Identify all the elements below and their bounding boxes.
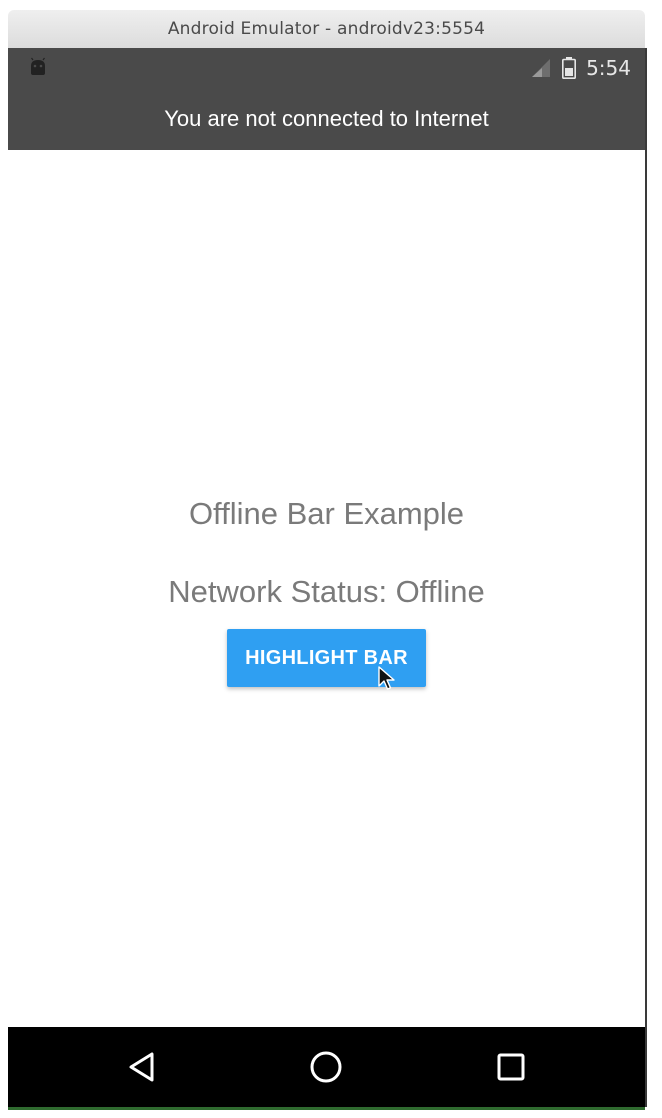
window-title: Android Emulator - androidv23:5554: [167, 19, 486, 39]
signal-icon: [532, 59, 551, 77]
highlight-bar-button[interactable]: HIGHLIGHT BAR: [227, 629, 426, 687]
status-clock: 5:54: [586, 56, 631, 80]
window-bottom-edge: [8, 1107, 645, 1110]
network-status-label: Network Status: Offline: [168, 574, 485, 609]
mouse-cursor-icon: [378, 666, 395, 690]
offline-banner: You are not connected to Internet: [8, 88, 645, 150]
navigation-bar: [8, 1027, 645, 1107]
app-content: Offline Bar Example Network Status: Offl…: [8, 150, 645, 1027]
window-title-bar[interactable]: Android Emulator - androidv23:5554: [8, 10, 645, 49]
home-button[interactable]: [304, 1045, 348, 1089]
back-button[interactable]: [120, 1045, 164, 1089]
recents-icon: [497, 1053, 525, 1081]
android-icon: [31, 57, 45, 75]
home-icon: [310, 1051, 342, 1083]
page-title: Offline Bar Example: [188, 496, 465, 531]
status-icons: 5:54: [530, 54, 631, 82]
status-bar: 5:54: [8, 48, 645, 88]
offline-message: You are not connected to Internet: [164, 106, 489, 131]
emulator-window: Android Emulator - androidv23:5554 5:54 …: [0, 0, 662, 1118]
recents-button[interactable]: [489, 1045, 533, 1089]
back-icon: [129, 1052, 154, 1082]
battery-icon: [562, 57, 577, 79]
device-screen: 5:54 You are not connected to Internet O…: [8, 48, 647, 1107]
